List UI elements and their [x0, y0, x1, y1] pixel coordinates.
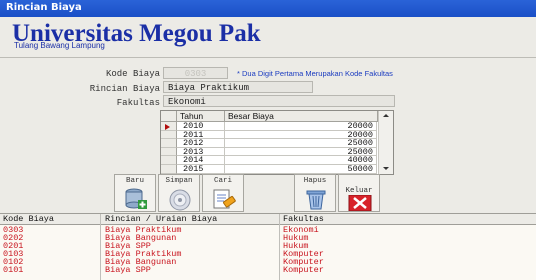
grid-corner — [161, 111, 177, 122]
kode-note: * Dua Digit Pertama Merupakan Kode Fakul… — [237, 69, 393, 78]
rincian-biaya-field[interactable]: Biaya Praktikum — [163, 81, 313, 93]
simpan-label: Simpan — [165, 177, 193, 185]
baru-label: Baru — [125, 177, 144, 185]
cari-button[interactable]: Cari — [202, 174, 244, 212]
trash-icon — [306, 190, 326, 210]
fakultas-field[interactable]: Ekonomi — [163, 95, 395, 107]
header: Universitas Megou Pak Tulang Bawang Lamp… — [0, 17, 536, 57]
window-title: Rincian Biaya — [6, 2, 82, 13]
hapus-label: Hapus — [303, 177, 327, 185]
scroll-down-icon[interactable] — [379, 165, 393, 173]
list-header-fakultas: Fakultas — [283, 214, 324, 224]
grid-overflow-row — [160, 165, 378, 174]
keluar-button[interactable]: Keluar — [338, 174, 380, 212]
rincian-biaya-label: Rincian Biaya — [89, 84, 160, 94]
list-header-kode: Kode Biaya — [3, 214, 55, 224]
kode-biaya-label: Kode Biaya — [105, 69, 160, 79]
keluar-label: Keluar — [345, 187, 373, 195]
scroll-up-icon[interactable] — [379, 112, 393, 120]
list-cell-rincian[interactable]: Biaya SPP — [105, 266, 151, 275]
grid-scrollbar[interactable] — [378, 111, 393, 174]
row-indicator[interactable] — [161, 139, 177, 148]
row-pointer-icon — [165, 124, 170, 130]
add-database-icon — [125, 188, 147, 209]
row-indicator[interactable] — [161, 147, 177, 157]
baru-button[interactable]: Baru — [114, 174, 156, 212]
list-cell-fakultas[interactable]: Komputer — [283, 266, 324, 275]
cari-label: Cari — [213, 177, 232, 185]
list-header: Kode Biaya Rincian / Uraian Biaya Fakult… — [0, 214, 536, 225]
list-header-rincian: Rincian / Uraian Biaya — [105, 214, 218, 224]
column-divider — [279, 214, 280, 280]
location-subtitle: Tulang Bawang Lampung — [14, 41, 105, 50]
title-bar[interactable]: Rincian Biaya — [0, 0, 536, 17]
hapus-button[interactable]: Hapus — [294, 174, 336, 212]
row-indicator[interactable] — [161, 156, 177, 165]
fakultas-label: Fakultas — [116, 98, 160, 108]
list-cell-kode[interactable]: 0101 — [3, 266, 23, 275]
row-indicator[interactable] — [161, 130, 177, 140]
row-indicator[interactable] — [161, 122, 177, 131]
search-document-icon — [213, 189, 236, 209]
rincian-biaya-window: Rincian Biaya Universitas Megou Pak Tula… — [0, 0, 536, 280]
kode-biaya-field[interactable]: 0303 — [163, 67, 228, 79]
biaya-list[interactable]: Kode Biaya Rincian / Uraian Biaya Fakult… — [0, 213, 536, 280]
close-icon — [348, 195, 372, 211]
disc-save-icon — [169, 189, 191, 211]
simpan-button[interactable]: Simpan — [158, 174, 200, 212]
column-divider — [100, 214, 101, 280]
header-divider — [0, 57, 536, 58]
